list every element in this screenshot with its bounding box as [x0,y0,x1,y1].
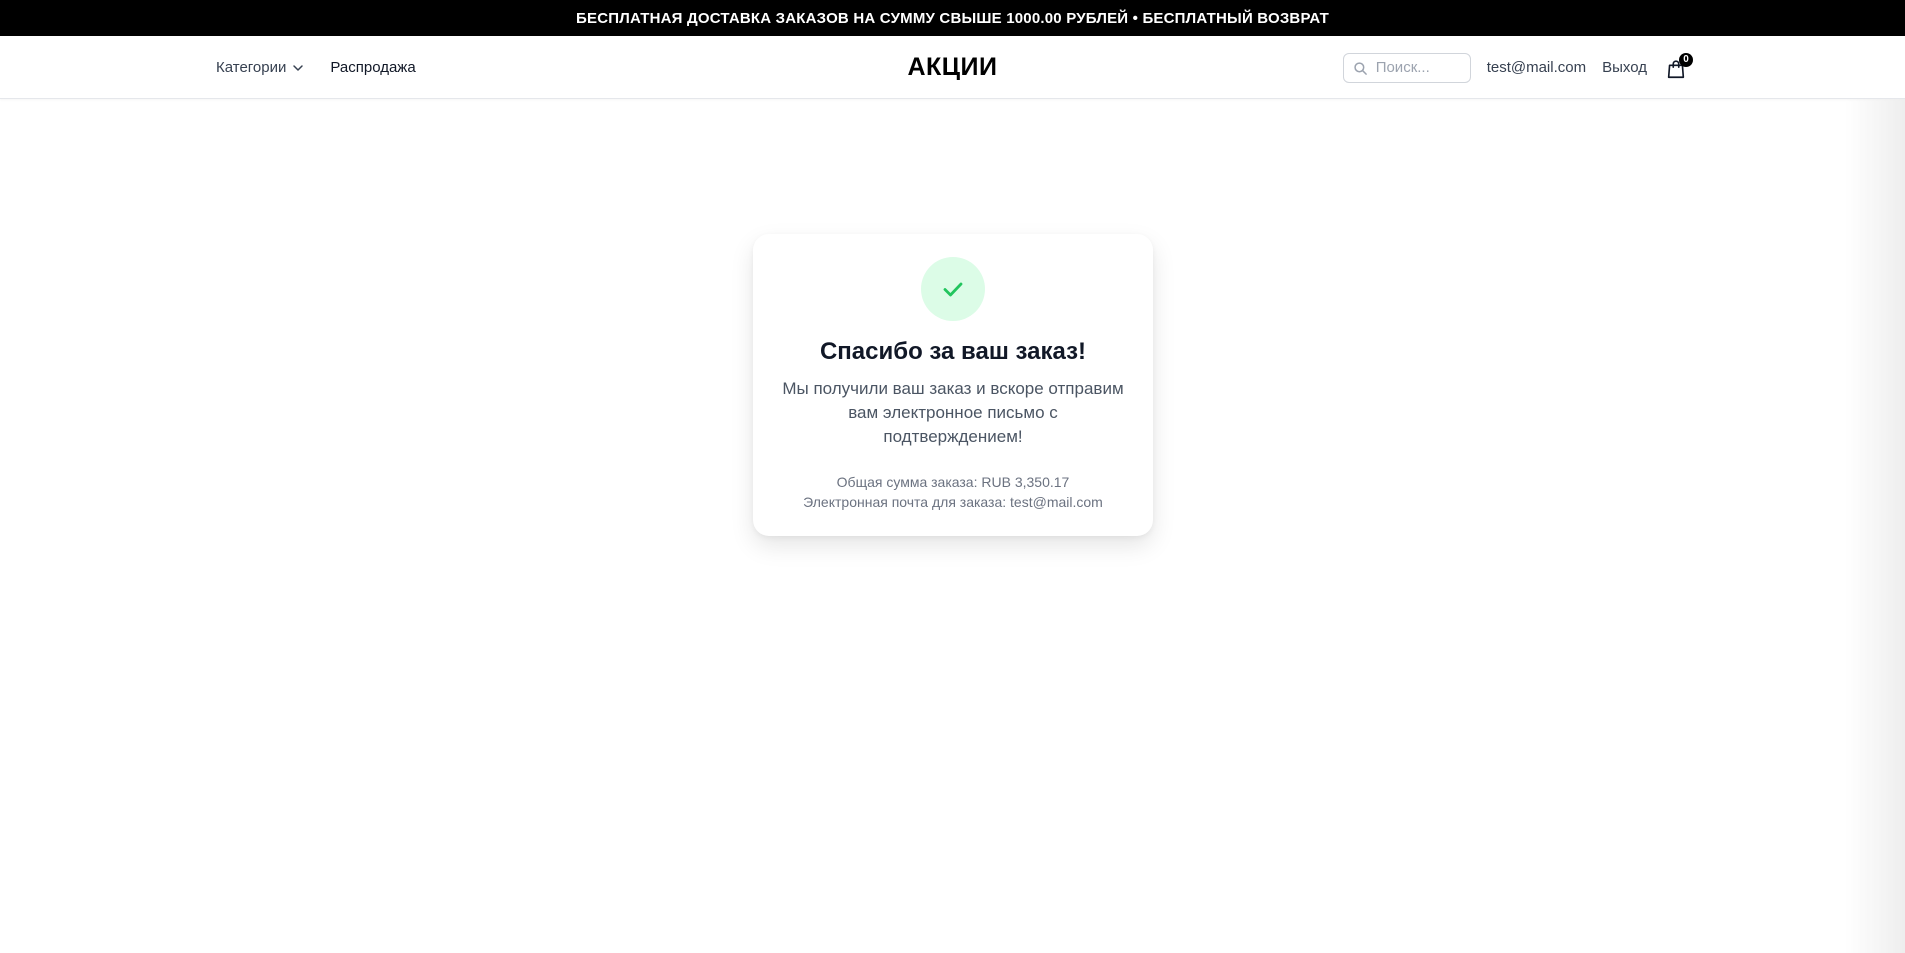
confirmation-message: Мы получили ваш заказ и вскоре отправим … [782,379,1124,446]
categories-menu-button[interactable]: Категории [216,59,304,76]
logout-button[interactable]: Выход [1602,59,1647,76]
success-badge [921,257,985,321]
check-icon [943,282,963,297]
promo-banner: БЕСПЛАТНАЯ ДОСТАВКА ЗАКАЗОВ НА СУММУ СВЫ… [0,0,1905,36]
sale-link[interactable]: Распродажа [330,59,415,76]
scroll-shadow [1845,99,1905,953]
page: БЕСПЛАТНАЯ ДОСТАВКА ЗАКАЗОВ НА СУММУ СВЫ… [0,0,1905,953]
order-total: Общая сумма заказа: RUB 3,350.17 [836,474,1070,490]
search-input[interactable] [1375,59,1464,76]
search-box [1342,52,1471,83]
site-logo[interactable]: АКЦИИ [907,53,997,82]
chevron-down-icon [292,62,304,74]
order-email: Электронная почта для заказа: test@mail.… [803,494,1103,510]
cart-button[interactable]: 0 [1663,52,1693,81]
cart-count-badge: 0 [1679,52,1693,67]
header-actions: test@mail.com Выход 0 [1342,36,1693,99]
search-icon [1353,61,1368,76]
order-confirmation-card: Спасибо за ваш заказ! Мы получили ваш за… [753,234,1153,536]
user-email-link[interactable]: test@mail.com [1487,59,1586,76]
promo-text: БЕСПЛАТНАЯ ДОСТАВКА ЗАКАЗОВ НА СУММУ СВЫ… [576,9,1329,27]
categories-label: Категории [216,59,287,76]
order-details: Общая сумма заказа: RUB 3,350.17 Электро… [753,472,1153,512]
main-nav: Категории Распродажа [216,36,416,99]
confirmation-title: Спасибо за ваш заказ! [819,338,1087,365]
site-header: Категории Распродажа АКЦИИ Поиск... test… [0,36,1905,99]
